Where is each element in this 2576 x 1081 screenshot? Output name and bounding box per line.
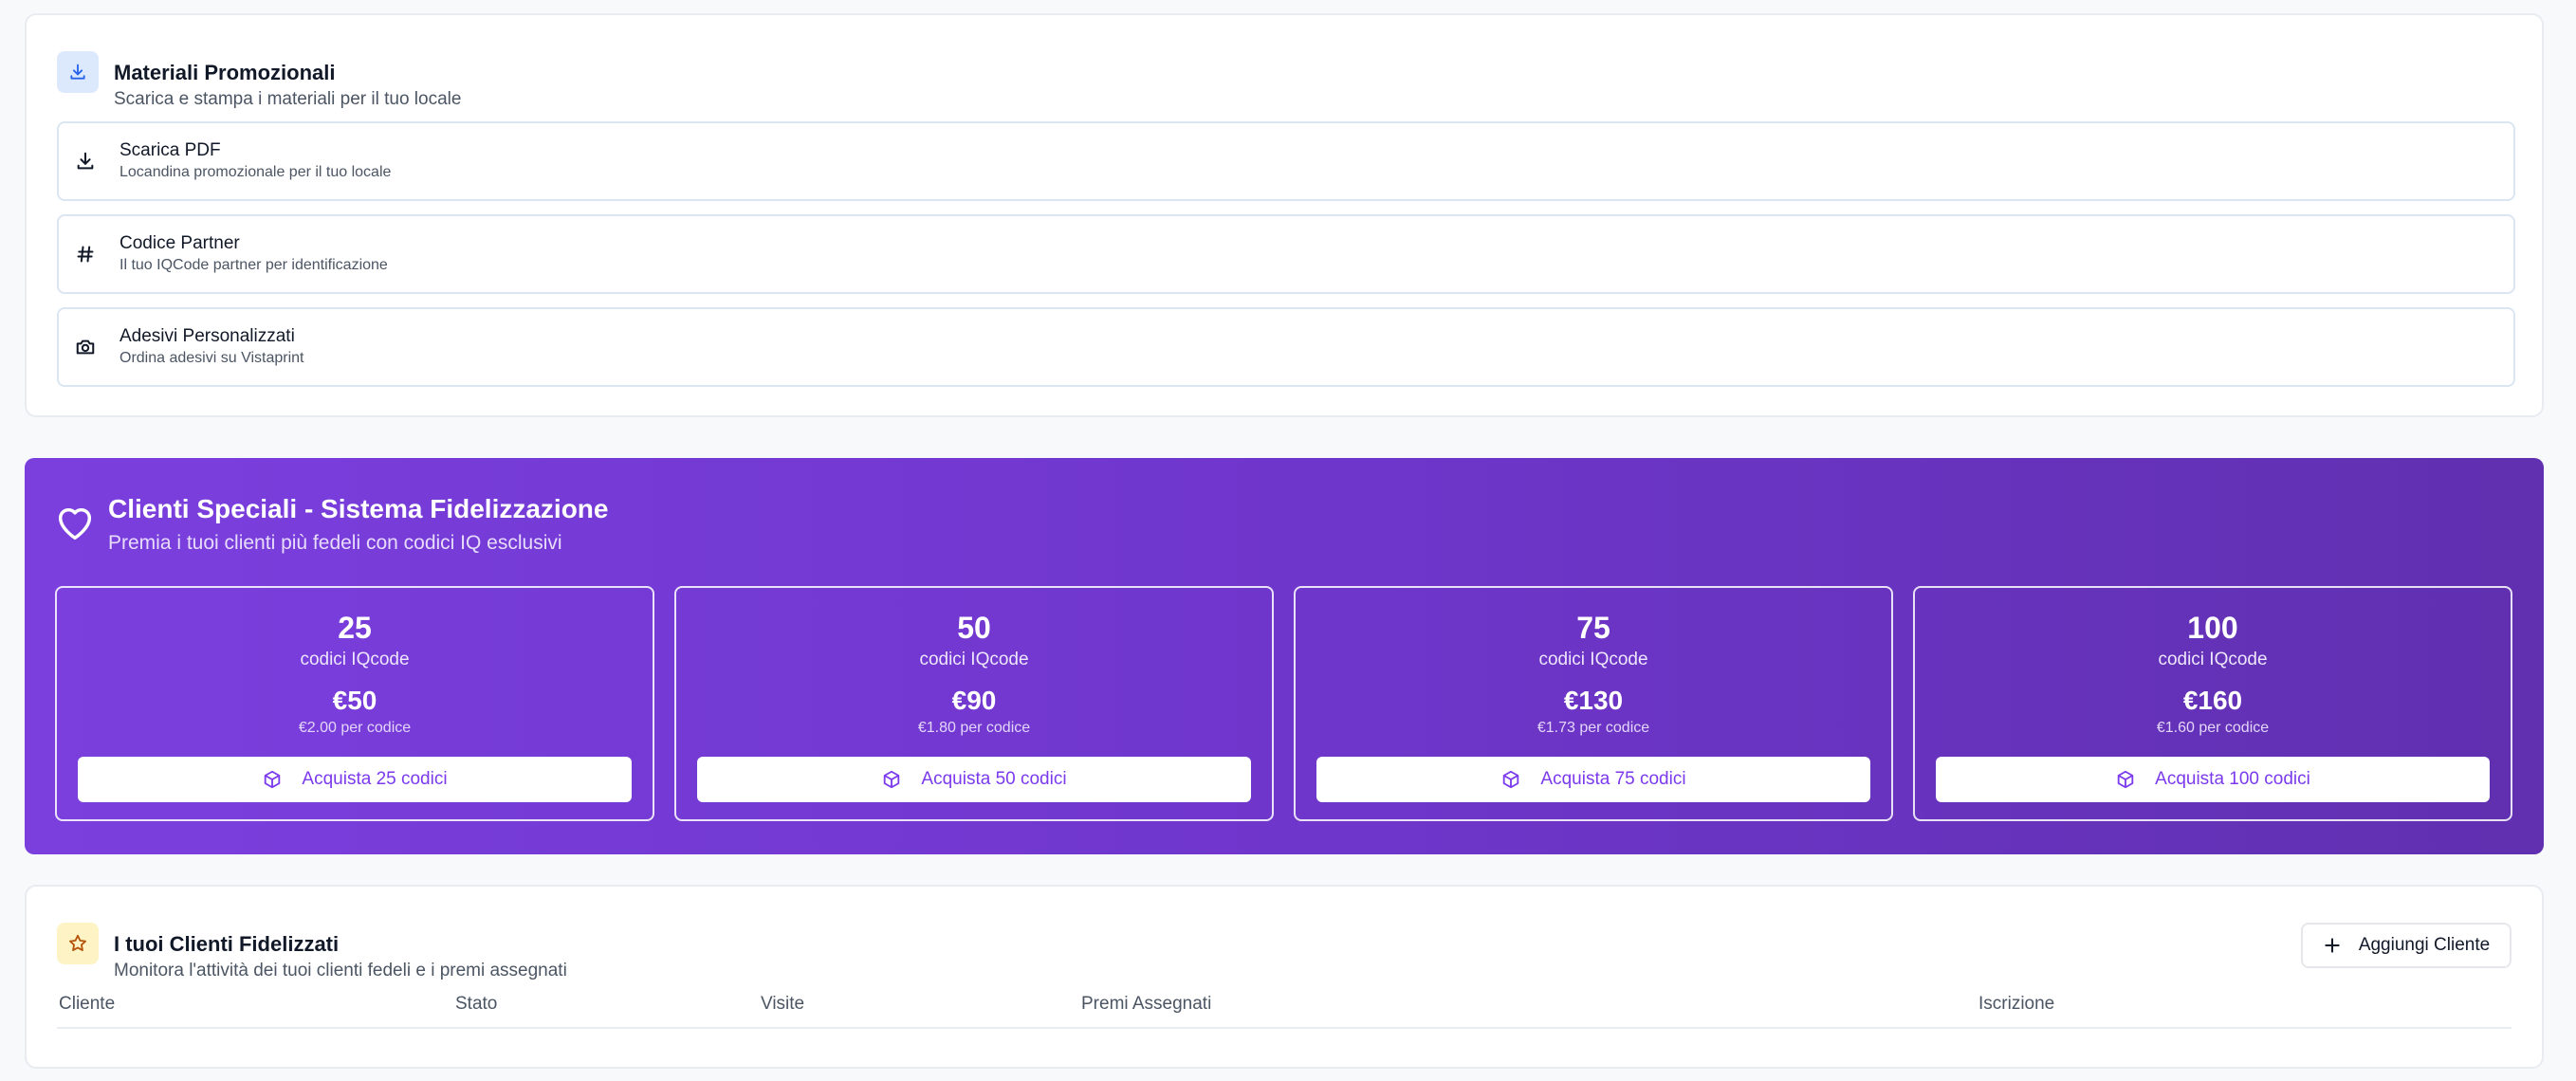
- package-unit: codici IQcode: [2158, 650, 2268, 669]
- package-card-100: 100 codici IQcode €160 €1.60 per codice …: [1913, 586, 2512, 821]
- scarica-pdf-item[interactable]: Scarica PDF Locandina promozionale per i…: [57, 121, 2515, 201]
- acquista-50-button[interactable]: Acquista 50 codici: [697, 757, 1251, 802]
- item-title: Codice Partner: [120, 233, 240, 253]
- package-icon: [2115, 769, 2136, 790]
- package-price: €50: [332, 686, 377, 715]
- codice-partner-item[interactable]: Codice Partner Il tuo IQCode partner per…: [57, 214, 2515, 294]
- page: Materiali Promozionali Scarica e stampa …: [0, 0, 2576, 1081]
- fidelizzazione-header: Clienti Speciali - Sistema Fidelizzazion…: [53, 492, 608, 557]
- materiali-card: Materiali Promozionali Scarica e stampa …: [25, 13, 2544, 417]
- acquista-label: Acquista 50 codici: [921, 769, 1067, 789]
- package-icon: [1500, 769, 1521, 790]
- camera-icon: [72, 334, 99, 360]
- package-card-75: 75 codici IQcode €130 €1.73 per codice A…: [1294, 586, 1893, 821]
- package-icon: [262, 769, 283, 790]
- package-unit: codici IQcode: [1538, 650, 1648, 669]
- package-per-code: €1.80 per codice: [917, 720, 1031, 736]
- acquista-75-button[interactable]: Acquista 75 codici: [1316, 757, 1870, 802]
- package-unit: codici IQcode: [300, 650, 410, 669]
- acquista-100-button[interactable]: Acquista 100 codici: [1936, 757, 2490, 802]
- item-subtitle: Locandina promozionale per il tuo locale: [120, 164, 392, 180]
- materiali-subtitle: Scarica e stampa i materiali per il tuo …: [114, 89, 462, 109]
- package-quantity: 50: [957, 611, 991, 645]
- item-subtitle: Il tuo IQCode partner per identificazion…: [120, 257, 388, 273]
- aggiungi-cliente-button[interactable]: Aggiungi Cliente: [2301, 923, 2512, 968]
- package-per-code: €1.73 per codice: [1536, 720, 1650, 736]
- clienti-subtitle: Monitora l'attività dei tuoi clienti fed…: [114, 961, 567, 980]
- acquista-label: Acquista 25 codici: [302, 769, 448, 789]
- package-per-code: €2.00 per codice: [298, 720, 412, 736]
- column-header-premi[interactable]: Premi Assegnati: [1081, 991, 1211, 1017]
- item-title: Adesivi Personalizzati: [120, 326, 295, 346]
- acquista-label: Acquista 75 codici: [1540, 769, 1686, 789]
- heart-icon: [53, 502, 97, 545]
- materiali-header: Materiali Promozionali Scarica e stampa …: [57, 51, 461, 112]
- package-card-25: 25 codici IQcode €50 €2.00 per codice Ac…: [55, 586, 654, 821]
- column-header-iscrizione[interactable]: Iscrizione: [1978, 991, 2054, 1017]
- clienti-header: I tuoi Clienti Fidelizzati Monitora l'at…: [57, 923, 567, 983]
- materiali-title: Materiali Promozionali: [114, 61, 336, 84]
- table-header: Cliente Stato Visite Premi Assegnati Isc…: [57, 991, 2512, 1029]
- plus-icon: [2323, 936, 2342, 955]
- package-price: €130: [1563, 686, 1624, 715]
- download-icon: [57, 51, 99, 93]
- column-header-stato[interactable]: Stato: [455, 991, 497, 1017]
- column-header-cliente[interactable]: Cliente: [59, 991, 115, 1017]
- fidelizzazione-title: Clienti Speciali - Sistema Fidelizzazion…: [108, 494, 609, 523]
- item-title: Scarica PDF: [120, 140, 221, 160]
- hash-icon: [72, 241, 99, 267]
- package-price: €90: [951, 686, 997, 715]
- package-price: €160: [2182, 686, 2243, 715]
- package-unit: codici IQcode: [919, 650, 1029, 669]
- fidelizzazione-subtitle: Premia i tuoi clienti più fedeli con cod…: [108, 532, 562, 554]
- package-quantity: 75: [1576, 611, 1610, 645]
- clienti-card: I tuoi Clienti Fidelizzati Monitora l'at…: [25, 885, 2544, 1069]
- star-icon: [57, 923, 99, 964]
- package-quantity: 100: [2187, 611, 2238, 645]
- aggiungi-cliente-label: Aggiungi Cliente: [2358, 935, 2491, 955]
- adesivi-item[interactable]: Adesivi Personalizzati Ordina adesivi su…: [57, 307, 2515, 387]
- item-subtitle: Ordina adesivi su Vistaprint: [120, 350, 304, 366]
- download-icon: [72, 148, 99, 174]
- acquista-25-button[interactable]: Acquista 25 codici: [78, 757, 632, 802]
- package-per-code: €1.60 per codice: [2156, 720, 2270, 736]
- package-quantity: 25: [338, 611, 372, 645]
- acquista-label: Acquista 100 codici: [2155, 769, 2310, 789]
- fidelizzazione-banner: Clienti Speciali - Sistema Fidelizzazion…: [25, 458, 2544, 854]
- package-icon: [881, 769, 902, 790]
- package-card-50: 50 codici IQcode €90 €1.80 per codice Ac…: [674, 586, 1274, 821]
- clienti-title: I tuoi Clienti Fidelizzati: [114, 932, 340, 956]
- column-header-visite[interactable]: Visite: [761, 991, 804, 1017]
